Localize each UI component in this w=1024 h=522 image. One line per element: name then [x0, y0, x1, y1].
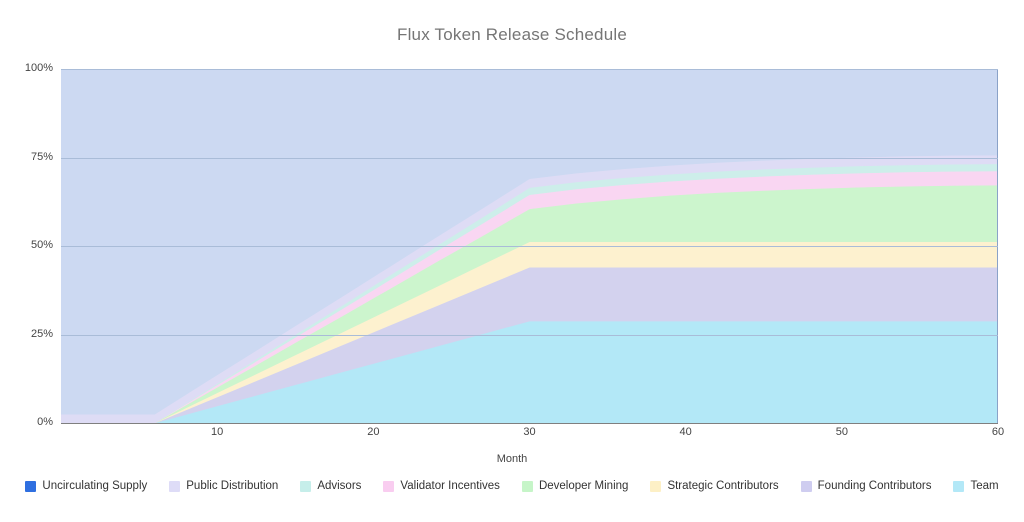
legend-label: Strategic Contributors [667, 480, 779, 492]
x-tick-label: 30 [523, 426, 536, 438]
legend-swatch-icon [521, 480, 533, 492]
x-tick-label: 50 [835, 426, 848, 438]
legend-swatch-icon [383, 480, 395, 492]
legend-swatch-icon [953, 480, 965, 492]
y-axis-labels: 0% 25% 50% 75% 100% [0, 0, 1024, 522]
legend-swatch-icon [650, 480, 662, 492]
legend-swatch-icon [25, 480, 37, 492]
legend-label: Team [970, 480, 999, 492]
x-tick-label: 20 [367, 426, 380, 438]
y-tick-label: 100% [24, 62, 53, 74]
x-tick-label: 60 [991, 426, 1005, 438]
x-axis-title: Month [496, 453, 528, 465]
chart-legend: Uncirculating Supply Public Distribution A… [0, 480, 1024, 492]
legend-swatch-icon [300, 480, 312, 492]
legend-item[interactable]: Public Distribution [169, 480, 278, 492]
legend-item[interactable]: Strategic Contributors [650, 480, 779, 492]
legend-item[interactable]: Team [953, 480, 999, 492]
legend-item[interactable]: Uncirculating Supply [25, 480, 147, 492]
legend-label: Developer Mining [538, 480, 629, 492]
legend-label: Public Distribution [186, 480, 279, 492]
legend-item[interactable]: Developer Mining [521, 480, 629, 492]
legend-item[interactable]: Founding Contributors [800, 480, 932, 492]
y-tick-label: 75% [30, 150, 53, 163]
legend-item[interactable]: Advisors [300, 480, 361, 492]
legend-label: Uncirculating Supply [42, 480, 148, 492]
legend-label: Founding Contributors [817, 480, 932, 492]
legend-item[interactable]: Validator Incentives [383, 480, 500, 492]
legend-swatch-icon [800, 480, 812, 492]
y-tick-label: 0% [37, 416, 53, 428]
chart-container: Flux Token Release Schedule 0% 25% 50% 75% 1… [0, 0, 1024, 522]
legend-swatch-icon [169, 480, 181, 492]
legend-label: Validator Incentives [400, 480, 500, 492]
x-tick-label: 10 [211, 426, 224, 438]
legend-label: Advisors [317, 480, 362, 492]
y-tick-label: 25% [30, 327, 53, 340]
y-tick-label: 50% [30, 239, 53, 251]
x-tick-label: 40 [679, 426, 692, 438]
